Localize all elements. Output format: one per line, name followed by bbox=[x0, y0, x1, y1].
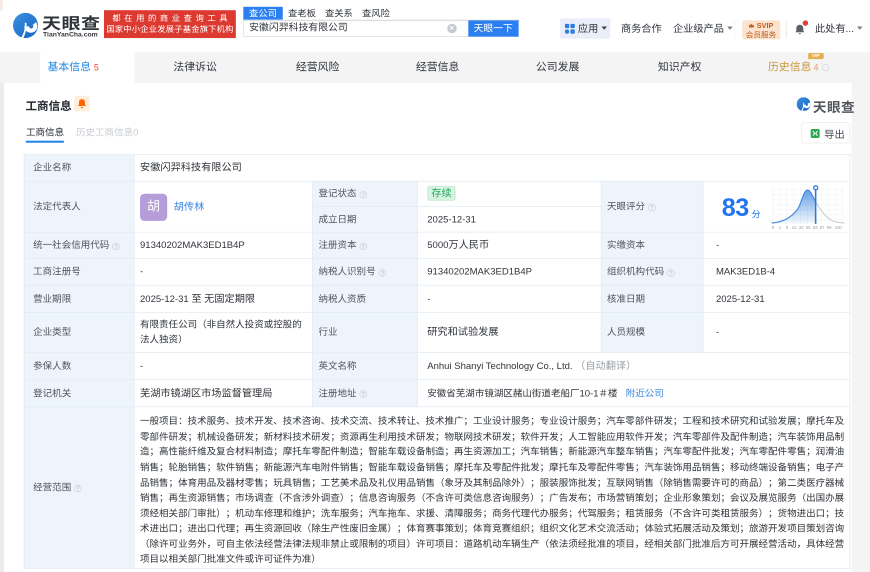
svg-text:100: 100 bbox=[835, 225, 843, 230]
svg-text:97: 97 bbox=[820, 225, 825, 230]
svg-text:60: 60 bbox=[806, 225, 811, 230]
svg-text:10: 10 bbox=[792, 225, 797, 230]
svg-text:83: 83 bbox=[813, 225, 818, 230]
svg-text:99: 99 bbox=[827, 225, 832, 230]
svg-text:1: 1 bbox=[779, 225, 782, 230]
svg-text:5: 5 bbox=[786, 225, 789, 230]
svg-text:0: 0 bbox=[772, 225, 775, 230]
svg-text:30: 30 bbox=[799, 225, 804, 230]
